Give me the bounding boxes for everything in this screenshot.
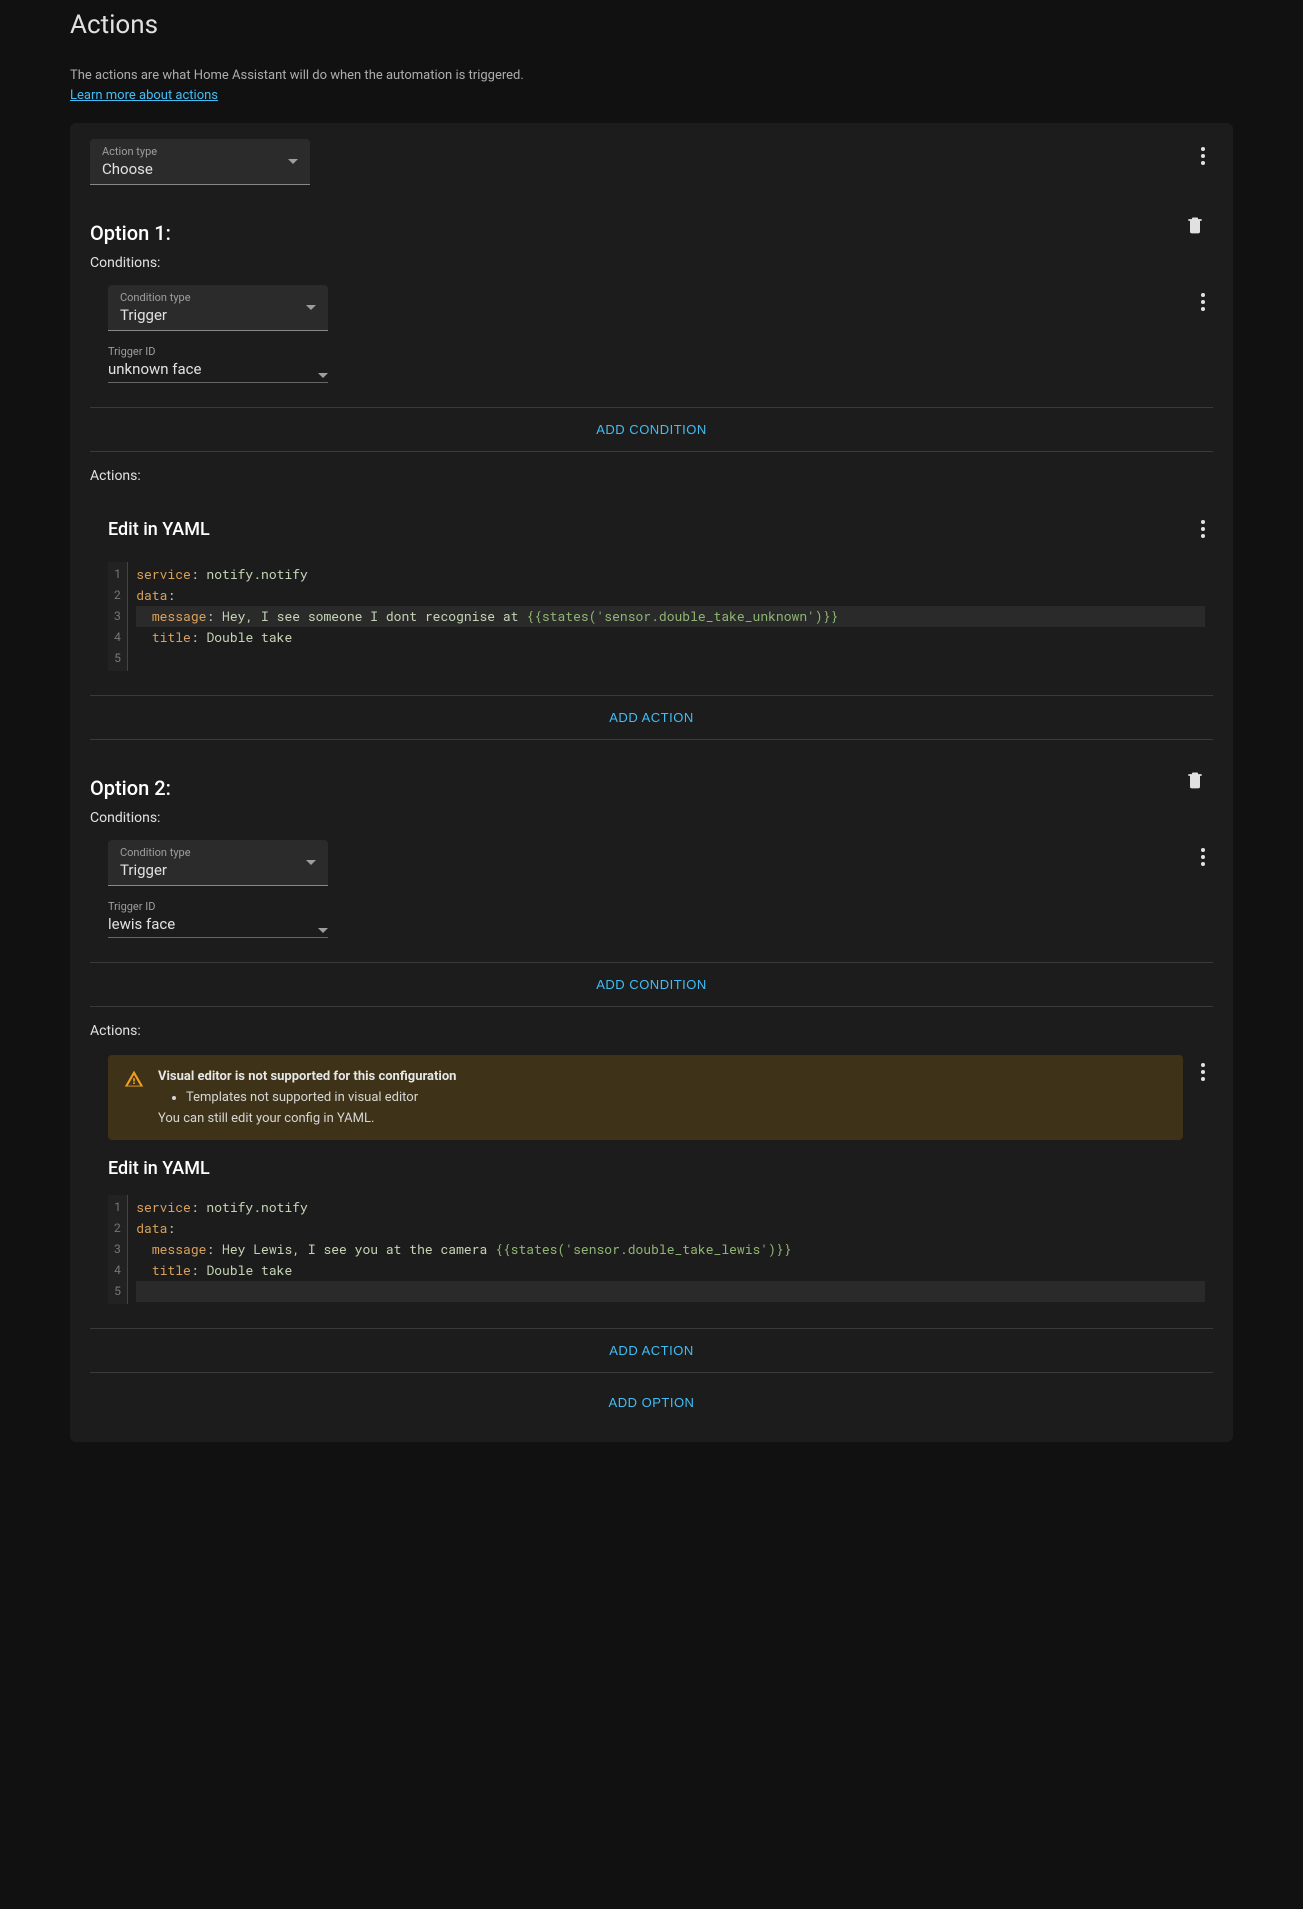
yaml-editor[interactable]: 12345 service: notify.notifydata: messag… [108,562,1213,671]
condition-type-value: Trigger [120,306,191,324]
action-type-value: Choose [102,160,157,178]
delete-option-button[interactable] [1177,207,1213,243]
chevron-down-icon [306,860,316,865]
action-type-select[interactable]: Action type Choose [90,139,310,185]
condition-overflow-button[interactable] [1193,285,1213,319]
add-option-button[interactable]: ADD OPTION [90,1381,1213,1424]
editor-body[interactable]: service: notify.notifydata: message: Hey… [128,562,1213,671]
trigger-id-select[interactable]: Trigger ID lewis face [108,900,328,938]
alert-icon [124,1069,144,1089]
edit-yaml-title: Edit in YAML [108,519,210,540]
condition-type-label: Condition type [120,291,191,304]
trigger-id-value: lewis face [108,915,175,933]
dots-vertical-icon [1201,293,1205,311]
action-card: Action type Choose Option 1: Conditions: [70,123,1233,1442]
trigger-id-value: unknown face [108,360,201,378]
trigger-id-label: Trigger ID [108,900,175,913]
dots-vertical-icon [1201,147,1205,165]
dots-vertical-icon [1201,1063,1205,1081]
option-block: Option 2: Conditions: Condition type Tri… [90,762,1213,1373]
chevron-down-icon [288,159,298,164]
condition-type-value: Trigger [120,861,191,879]
conditions-label: Conditions: [90,810,1177,826]
dots-vertical-icon [1201,520,1205,538]
conditions-label: Conditions: [90,255,1177,271]
warning-item: Templates not supported in visual editor [186,1090,1167,1105]
yaml-overflow-button[interactable] [1193,512,1213,546]
condition-type-label: Condition type [120,846,191,859]
trigger-id-label: Trigger ID [108,345,201,358]
delete-option-button[interactable] [1177,762,1213,798]
page-description: The actions are what Home Assistant will… [70,68,1233,83]
edit-yaml-title: Edit in YAML [108,1158,1213,1179]
warning-footer: You can still edit your config in YAML. [158,1111,1167,1126]
add-condition-button[interactable]: ADD CONDITION [90,408,1213,451]
editor-gutter: 12345 [108,1195,128,1304]
action-type-label: Action type [102,145,157,158]
trigger-id-select[interactable]: Trigger ID unknown face [108,345,328,383]
add-action-button[interactable]: ADD ACTION [90,1329,1213,1372]
trash-icon [1185,770,1205,790]
dots-vertical-icon [1201,848,1205,866]
page-title: Actions [70,10,1233,40]
yaml-overflow-button[interactable] [1193,1055,1213,1089]
actions-label: Actions: [90,1023,1213,1039]
editor-body[interactable]: service: notify.notifydata: message: Hey… [128,1195,1213,1304]
condition-overflow-button[interactable] [1193,840,1213,874]
chevron-down-icon [318,928,328,933]
chevron-down-icon [306,305,316,310]
option-title: Option 1: [90,221,1177,245]
add-action-button[interactable]: ADD ACTION [90,696,1213,739]
actions-label: Actions: [90,468,1213,484]
trash-icon [1185,215,1205,235]
option-title: Option 2: [90,776,1177,800]
option-block: Option 1: Conditions: Condition type Tri… [90,207,1213,740]
warning-box: Visual editor is not supported for this … [108,1055,1183,1140]
yaml-editor[interactable]: 12345 service: notify.notifydata: messag… [108,1195,1213,1304]
editor-gutter: 12345 [108,562,128,671]
chevron-down-icon [318,373,328,378]
action-overflow-button[interactable] [1193,139,1213,173]
condition-type-select[interactable]: Condition type Trigger [108,285,328,331]
warning-title: Visual editor is not supported for this … [158,1069,1167,1084]
add-condition-button[interactable]: ADD CONDITION [90,963,1213,1006]
condition-type-select[interactable]: Condition type Trigger [108,840,328,886]
learn-more-link[interactable]: Learn more about actions [70,88,218,103]
